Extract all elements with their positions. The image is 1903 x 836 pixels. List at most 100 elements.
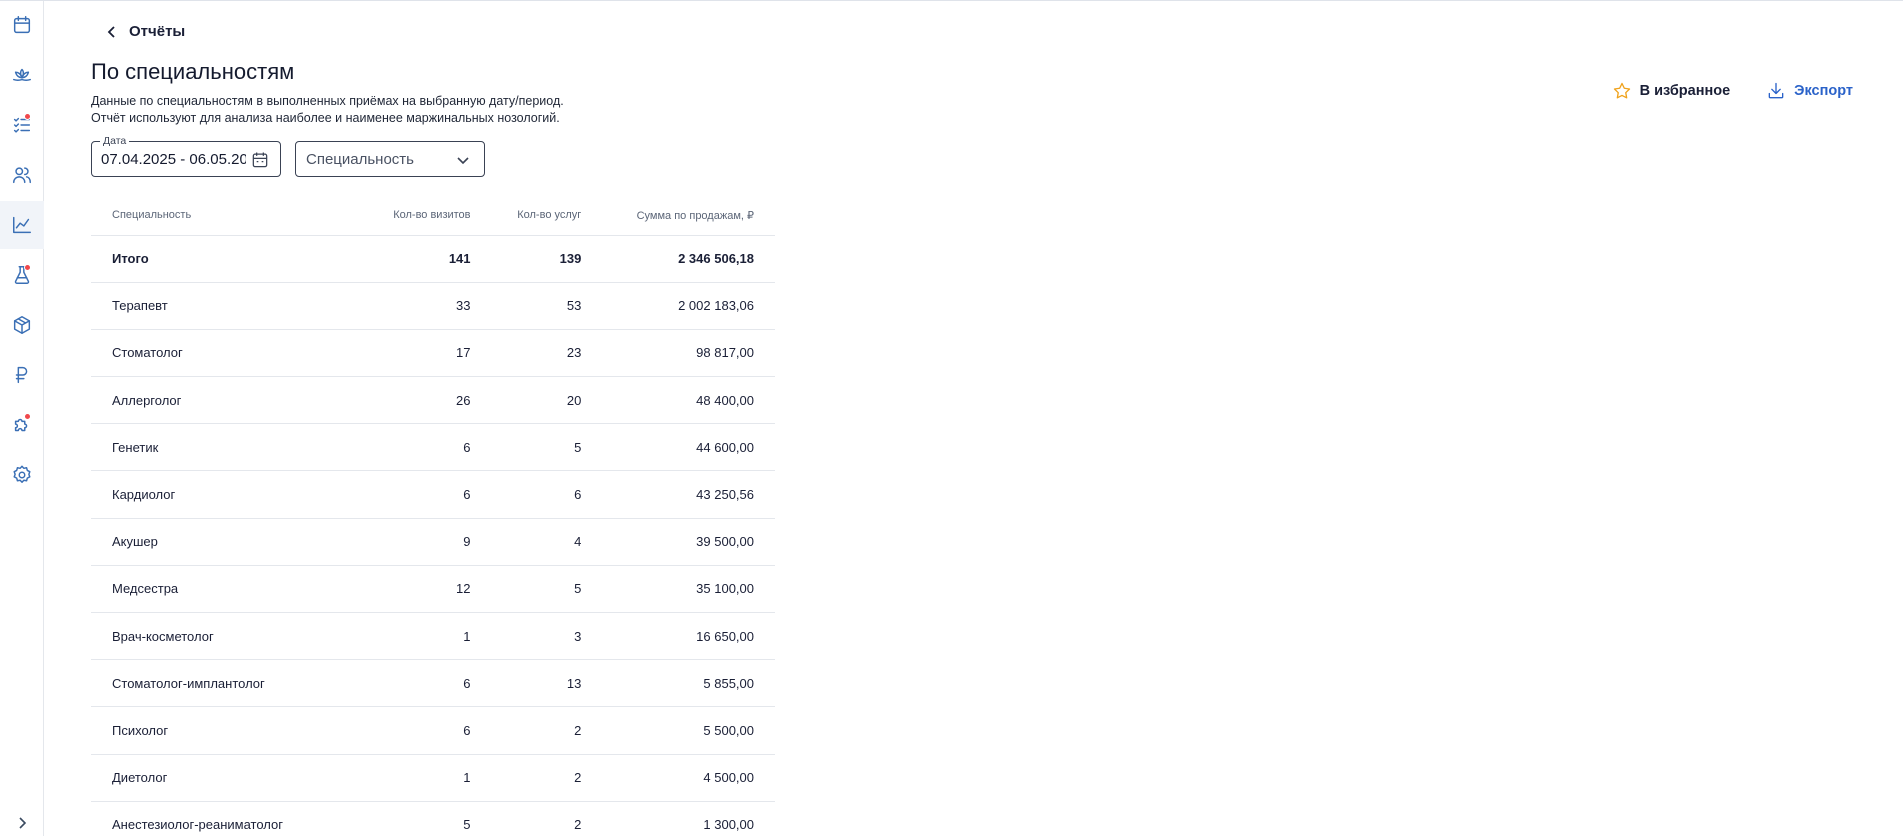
sidebar-item-finance[interactable] (0, 351, 44, 399)
export-button[interactable]: Экспорт (1766, 81, 1853, 101)
cell-specialty: Психолог (91, 706, 365, 755)
sidebar-item-users[interactable] (0, 151, 44, 199)
back-to-reports-link[interactable]: Отчёты (105, 23, 185, 40)
analytics-chart-icon (13, 216, 31, 234)
page-title: По специальностям (91, 59, 295, 84)
table-row: Акушер 9 4 39 500,00 (91, 518, 775, 566)
notification-badge (24, 113, 31, 120)
sidebar-collapse-button[interactable] (0, 811, 44, 835)
cell-visits: 5 (364, 801, 495, 836)
cell-specialty: Акушер (91, 518, 365, 566)
table-row: Стоматолог-имплантолог 6 13 5 855,00 (91, 659, 775, 708)
date-range-value[interactable]: 07.04.2025 - 06.05.2025 (101, 151, 246, 168)
specialty-select[interactable]: Специальность (295, 141, 485, 177)
column-header-sales-sum[interactable]: Сумма по продажам, ₽ (597, 196, 775, 236)
total-services: 139 (494, 235, 598, 283)
date-field-label: Дата (100, 135, 130, 147)
date-range-field[interactable]: Дата 07.04.2025 - 06.05.2025 (91, 135, 281, 177)
cell-services: 23 (494, 329, 598, 378)
table-row: Диетолог 1 2 4 500,00 (91, 754, 775, 802)
sidebar-item-lotus[interactable] (0, 51, 44, 99)
cell-visits: 12 (364, 565, 495, 614)
table-row: Врач-косметолог 1 3 16 650,00 (91, 612, 775, 661)
notification-badge (24, 413, 31, 420)
cell-specialty: Терапевт (91, 282, 365, 330)
cell-sum: 1 300,00 (597, 801, 775, 836)
cell-services: 2 (494, 754, 598, 802)
chevron-right-icon (19, 817, 27, 829)
cell-visits: 9 (364, 518, 495, 566)
cell-sum: 2 002 183,06 (597, 282, 775, 330)
sidebar-item-inventory[interactable] (0, 301, 44, 349)
sidebar-item-settings[interactable] (0, 451, 44, 499)
page-actions: В избранное Экспорт (1612, 81, 1853, 101)
cell-specialty: Диетолог (91, 754, 365, 802)
export-label: Экспорт (1794, 83, 1853, 99)
total-label: Итого (91, 235, 365, 283)
column-header-visits[interactable]: Кол-во визитов (364, 196, 495, 236)
star-icon (1613, 82, 1630, 99)
table-row: Генетик 6 5 44 600,00 (91, 423, 775, 472)
box-icon (13, 316, 31, 334)
calendar-picker-icon[interactable] (250, 150, 270, 170)
cell-services: 13 (494, 659, 598, 708)
notification-badge (24, 264, 31, 271)
table-row: Стоматолог 17 23 98 817,00 (91, 329, 775, 378)
cell-services: 5 (494, 423, 598, 472)
cell-visits: 1 (364, 612, 495, 661)
cell-sum: 5 500,00 (597, 706, 775, 755)
sidebar-item-lab[interactable] (0, 251, 44, 299)
users-icon (13, 167, 31, 184)
cell-services: 20 (494, 376, 598, 425)
table-row: Медсестра 12 5 35 100,00 (91, 565, 775, 614)
add-to-favorites-button[interactable]: В избранное (1612, 81, 1731, 101)
total-visits: 141 (364, 235, 495, 283)
column-header-specialty[interactable]: Специальность (91, 196, 365, 236)
cell-visits: 6 (364, 423, 495, 472)
cell-sum: 98 817,00 (597, 329, 775, 378)
cell-specialty: Аллерголог (91, 376, 365, 425)
cell-sum: 4 500,00 (597, 754, 775, 802)
table-total-row: Итого 141 139 2 346 506,18 (91, 235, 775, 283)
sidebar-item-tasks[interactable] (0, 101, 44, 149)
description-line: Данные по специальностям в выполненных п… (91, 94, 564, 108)
chevron-left-icon (107, 25, 115, 38)
cell-sum: 39 500,00 (597, 518, 775, 566)
back-link-label: Отчёты (129, 23, 186, 40)
table-header-row: Специальность Кол-во визитов Кол-во услу… (91, 196, 775, 236)
calendar-icon (13, 16, 31, 34)
lotus-icon (13, 68, 31, 82)
cell-visits: 1 (364, 754, 495, 802)
chevron-down-icon (457, 157, 469, 165)
sidebar-item-calendar[interactable] (0, 1, 44, 49)
cell-sum: 5 855,00 (597, 659, 775, 708)
cell-specialty: Врач-косметолог (91, 612, 365, 661)
download-icon (1768, 82, 1784, 99)
cell-visits: 26 (364, 376, 495, 425)
table-row: Анестезиолог-реаниматолог 5 2 1 300,00 (91, 801, 775, 836)
sidebar-item-reports[interactable] (0, 201, 44, 249)
table-row: Кардиолог 6 6 43 250,56 (91, 470, 775, 519)
sidebar-item-integrations[interactable] (0, 401, 44, 449)
total-sum: 2 346 506,18 (597, 235, 775, 283)
cell-sum: 44 600,00 (597, 423, 775, 472)
cell-specialty: Кардиолог (91, 470, 365, 519)
cell-specialty: Генетик (91, 423, 365, 472)
favorites-label: В избранное (1639, 83, 1731, 99)
cell-visits: 6 (364, 659, 495, 708)
table-row: Терапевт 33 53 2 002 183,06 (91, 282, 775, 330)
column-header-services[interactable]: Кол-во услуг (494, 196, 598, 236)
cell-services: 2 (494, 801, 598, 836)
page-description: Данные по специальностям в выполненных п… (91, 93, 564, 127)
table-row: Психолог 6 2 5 500,00 (91, 706, 775, 755)
settings-gear-icon (13, 465, 31, 483)
cell-visits: 33 (364, 282, 495, 330)
table-row: Аллерголог 26 20 48 400,00 (91, 376, 775, 425)
cell-sum: 35 100,00 (597, 565, 775, 614)
cell-specialty: Стоматолог-имплантолог (91, 659, 365, 708)
cell-specialty: Стоматолог (91, 329, 365, 378)
sidebar (0, 1, 44, 836)
specialties-report-table: Специальность Кол-во визитов Кол-во услу… (91, 196, 775, 836)
cell-visits: 6 (364, 706, 495, 755)
cell-visits: 17 (364, 329, 495, 378)
